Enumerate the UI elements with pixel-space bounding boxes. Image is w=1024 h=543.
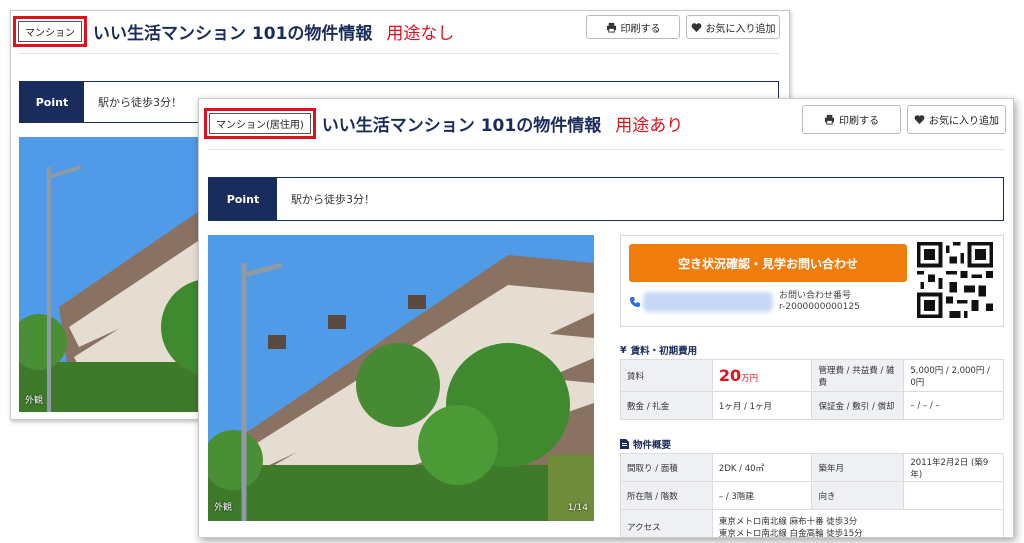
annotation-label: 用途なし bbox=[386, 24, 455, 44]
page-title: いい生活マンション 101の物件情報 bbox=[93, 24, 373, 44]
printer-icon bbox=[606, 22, 616, 33]
point-text: 駅から徒歩3分！ bbox=[98, 96, 182, 109]
property-type-badge: マンション(居住用) bbox=[209, 113, 311, 134]
table-row: アクセス 東京メトロ南北線 麻布十番 徒歩3分 東京メトロ南北線 白金高輪 徒歩… bbox=[620, 509, 1005, 537]
overview-section-heading: 物件概要 bbox=[620, 437, 671, 451]
print-button-label: 印刷する bbox=[620, 23, 661, 35]
qr-code-icon bbox=[917, 242, 993, 318]
overview-table: 間取り / 面積 2DK / 40㎡ 築年月 2011年2月2日 (築9年) 所… bbox=[620, 453, 1005, 537]
document-icon bbox=[620, 439, 629, 449]
photo-counter: 1/14 bbox=[567, 503, 588, 513]
header-divider bbox=[19, 53, 779, 54]
type-badge-highlight: マンション(居住用) bbox=[204, 108, 316, 139]
annotation-label: 用途あり bbox=[615, 116, 684, 136]
yen-icon: ¥ bbox=[620, 344, 627, 356]
heart-icon bbox=[914, 115, 925, 125]
favorite-button-label: お気に入り追加 bbox=[705, 23, 776, 35]
photo-caption: 外観 bbox=[214, 503, 233, 513]
listing-panel-with-usage: マンション(居住用) いい生活マンション 101の物件情報 用途あり 印刷する … bbox=[198, 98, 1014, 538]
inquiry-button[interactable]: 空き状況確認・見学お問い合わせ bbox=[629, 244, 907, 282]
point-row: Point 駅から徒歩3分！ bbox=[208, 177, 1004, 221]
print-button-label: 印刷する bbox=[839, 116, 879, 127]
property-photo[interactable]: 外観 1/14 bbox=[208, 235, 594, 521]
favorite-button-label: お気に入り追加 bbox=[929, 116, 999, 127]
table-row: 所在階 / 階数 – / 3階建 向き bbox=[620, 481, 1004, 510]
listing-header: マンション(居住用) いい生活マンション 101の物件情報 用途あり bbox=[204, 108, 683, 139]
inquiry-number: r-2000000000125 bbox=[779, 302, 860, 312]
type-badge-highlight: マンション bbox=[13, 16, 87, 47]
listing-header: マンション いい生活マンション 101の物件情報 用途なし bbox=[13, 16, 454, 47]
contact-box: 空き状況確認・見学お問い合わせ お問い合わせ番号 r-2000000000125 bbox=[620, 235, 1004, 327]
photo-caption: 外観 bbox=[25, 396, 44, 406]
rent-section-heading: ¥ 賃料・初期費用 bbox=[620, 344, 698, 358]
table-row: 賃料 20万円 管理費 / 共益費 / 雑費 5,000円 / 2,000円 /… bbox=[620, 359, 1004, 392]
phone-icon bbox=[630, 297, 640, 307]
table-row: 敷金 / 礼金 1ヶ月 / 1ヶ月 保証金 / 敷引 / 償却 – / – / … bbox=[620, 391, 1004, 420]
print-button[interactable]: 印刷する bbox=[802, 105, 901, 134]
phone-number-blurred bbox=[643, 292, 773, 312]
header-divider bbox=[208, 149, 1004, 150]
rent-table: 賃料 20万円 管理費 / 共益費 / 雑費 5,000円 / 2,000円 /… bbox=[620, 359, 1004, 420]
page-title: いい生活マンション 101の物件情報 bbox=[321, 116, 602, 136]
print-button[interactable]: 印刷する bbox=[586, 15, 680, 39]
point-label: Point bbox=[20, 82, 84, 122]
point-label: Point bbox=[209, 178, 277, 220]
inquiry-number-label: お問い合わせ番号 bbox=[779, 291, 852, 301]
heart-icon bbox=[691, 22, 701, 32]
building-photo-image bbox=[208, 235, 594, 521]
access-value: 東京メトロ南北線 麻布十番 徒歩3分 東京メトロ南北線 白金高輪 徒歩15分 bbox=[711, 509, 1005, 537]
printer-icon bbox=[824, 114, 835, 125]
point-text: 駅から徒歩3分！ bbox=[291, 193, 375, 206]
favorite-button[interactable]: お気に入り追加 bbox=[907, 105, 1006, 134]
table-row: 間取り / 面積 2DK / 40㎡ 築年月 2011年2月2日 (築9年) bbox=[620, 453, 1004, 482]
rent-value: 20万円 bbox=[711, 359, 813, 392]
favorite-button[interactable]: お気に入り追加 bbox=[686, 15, 780, 39]
property-type-badge: マンション bbox=[18, 21, 82, 42]
